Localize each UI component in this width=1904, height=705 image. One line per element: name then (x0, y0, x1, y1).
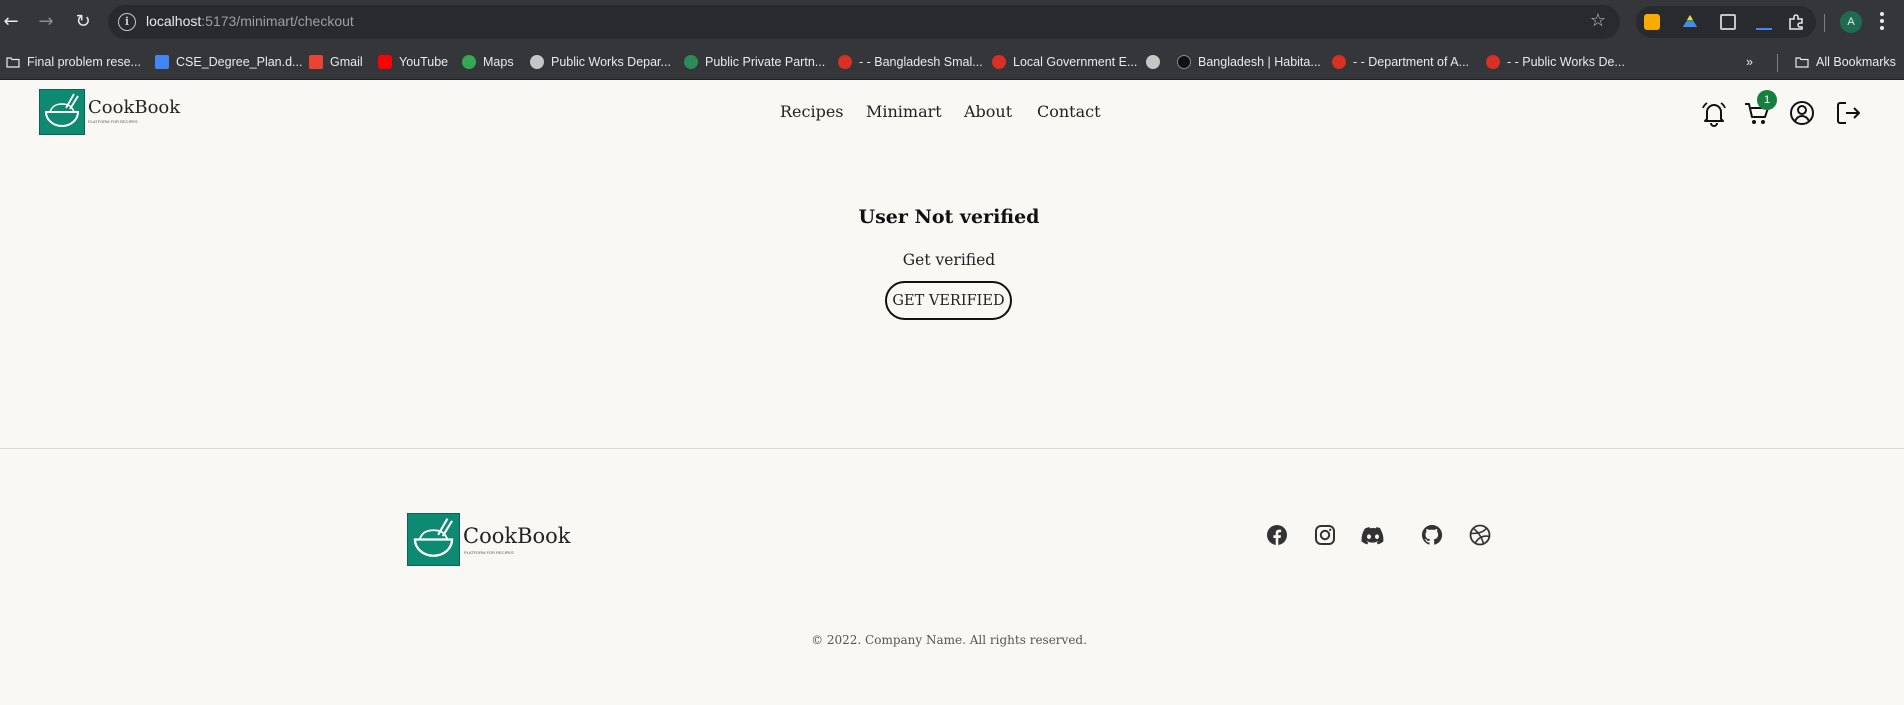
site-info-icon[interactable]: i (118, 13, 136, 31)
gov-emblem-icon (838, 55, 852, 69)
address-bar[interactable]: i localhost:5173/minimart/checkout ☆ (108, 5, 1620, 39)
gmail-icon (309, 55, 323, 69)
all-bookmarks[interactable]: All Bookmarks (1795, 52, 1896, 72)
nav-about[interactable]: About (964, 102, 1012, 121)
docs-icon (155, 55, 169, 69)
bookmark-item[interactable]: - - Public Works De... (1486, 52, 1625, 72)
globe-icon (1146, 55, 1160, 69)
bookmark-item[interactable] (1146, 52, 1167, 72)
toolbar-divider (1824, 14, 1825, 32)
bookmark-item[interactable]: Gmail (309, 52, 363, 72)
back-icon[interactable]: ← (0, 11, 22, 33)
bowl-icon (44, 93, 80, 127)
gov-emblem-icon (1486, 55, 1500, 69)
bookmark-item[interactable]: YouTube (378, 52, 448, 72)
bookmark-item[interactable]: Public Private Partn... (684, 52, 825, 72)
footer-divider (0, 448, 1904, 449)
bookmark-item[interactable]: Public Works Depar... (530, 52, 671, 72)
gov-emblem-icon (1332, 55, 1346, 69)
extension-line-icon[interactable] (1756, 14, 1772, 30)
logo-tagline: PLATFORM FOR RECIPES (88, 119, 138, 124)
habitat-icon (1177, 55, 1191, 69)
footer-logo-text[interactable]: CookBook (463, 524, 571, 548)
github-icon[interactable] (1421, 524, 1443, 546)
facebook-icon[interactable] (1266, 524, 1288, 546)
youtube-icon (378, 55, 392, 69)
reload-icon[interactable]: ↻ (72, 11, 94, 33)
bookmark-item[interactable]: Final problem rese... (6, 52, 141, 72)
footer-logo-image[interactable] (407, 513, 460, 566)
logout-icon[interactable] (1834, 99, 1862, 127)
bookmark-star-icon[interactable]: ☆ (1590, 10, 1606, 31)
bookmarks-overflow-icon[interactable]: » (1746, 52, 1753, 72)
extensions-area (1636, 6, 1816, 38)
forward-icon[interactable]: → (35, 11, 57, 33)
get-verified-button[interactable]: GET VERIFIED (885, 281, 1012, 320)
dribbble-icon[interactable] (1469, 524, 1491, 546)
bookmark-item[interactable]: Local Government E... (992, 52, 1137, 72)
copyright-text: © 2022. Company Name. All rights reserve… (811, 633, 1087, 647)
bookmarks-bar: Final problem rese... CSE_Degree_Plan.d.… (0, 44, 1904, 80)
page-title: User Not verified (858, 206, 1040, 228)
footer-logo-tagline: PLATFORM FOR RECIPES (464, 550, 514, 555)
browser-toolbar: ← → ↻ i localhost:5173/minimart/checkout… (0, 0, 1904, 44)
page-subtitle: Get verified (902, 251, 996, 269)
ppp-icon (684, 55, 698, 69)
browser-menu-icon[interactable] (1880, 12, 1884, 32)
url-text[interactable]: localhost:5173/minimart/checkout (146, 13, 354, 29)
bookmark-item[interactable]: - - Bangladesh Smal... (838, 52, 983, 72)
user-account-icon[interactable] (1788, 99, 1816, 127)
nav-minimart[interactable]: Minimart (866, 102, 942, 121)
picture-in-picture-icon[interactable] (1720, 14, 1736, 30)
instagram-icon[interactable] (1314, 524, 1336, 546)
folder-icon (6, 57, 20, 68)
bell-icon[interactable] (1700, 99, 1728, 127)
logo-image[interactable] (39, 89, 85, 135)
folder-icon (1795, 57, 1809, 68)
cart-count-badge: 1 (1757, 90, 1777, 110)
extensions-puzzle-icon[interactable] (1788, 14, 1804, 30)
maps-icon (462, 55, 476, 69)
bookmarks-divider (1777, 54, 1778, 72)
logo-text[interactable]: CookBook (88, 97, 180, 118)
bookmark-item[interactable]: CSE_Degree_Plan.d... (155, 52, 302, 72)
site-header: CookBook PLATFORM FOR RECIPES Recipes Mi… (0, 80, 1904, 144)
bookmark-item[interactable]: Maps (462, 52, 514, 72)
profile-avatar[interactable]: A (1840, 11, 1862, 33)
discord-icon[interactable] (1360, 524, 1386, 546)
bookmark-item[interactable]: Bangladesh | Habita... (1177, 52, 1321, 72)
nav-contact[interactable]: Contact (1037, 102, 1101, 121)
gov-emblem-icon (992, 55, 1006, 69)
drive-extension-icon[interactable] (1682, 14, 1698, 30)
nav-recipes[interactable]: Recipes (780, 102, 844, 121)
bookmark-item[interactable]: - - Department of A... (1332, 52, 1469, 72)
bowl-icon (413, 518, 454, 557)
globe-icon (530, 55, 544, 69)
keep-extension-icon[interactable] (1644, 14, 1660, 30)
